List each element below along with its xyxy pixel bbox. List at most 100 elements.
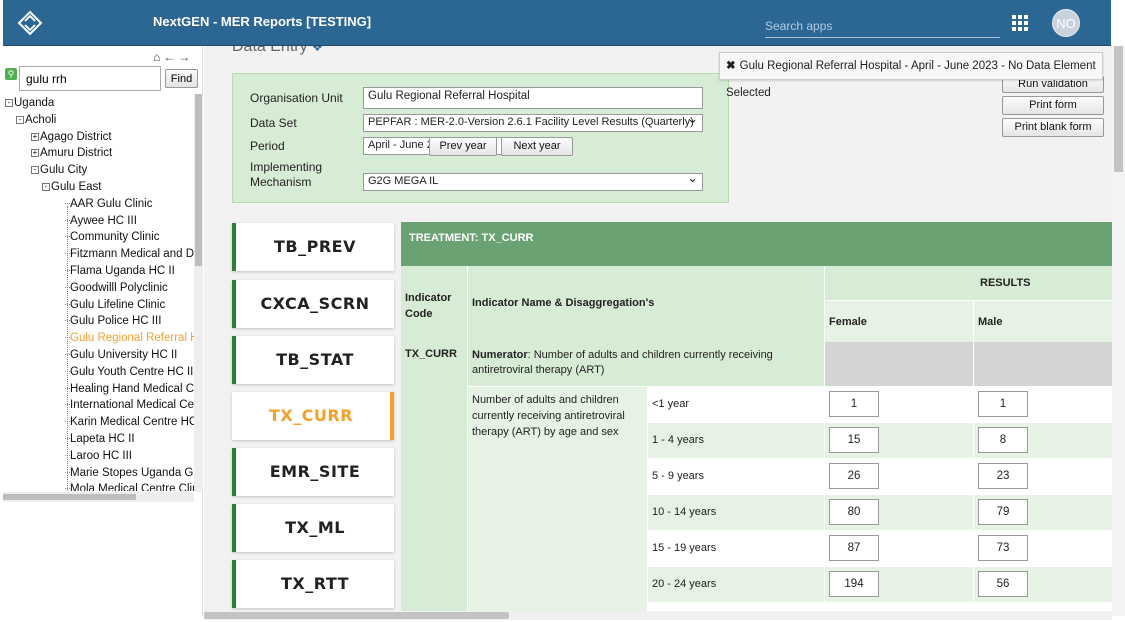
period-label: Period bbox=[250, 139, 285, 153]
back-arrow-icon[interactable]: ← bbox=[163, 50, 178, 64]
tree-item[interactable]: + Agago District bbox=[31, 131, 112, 147]
female-value-input[interactable]: 26 bbox=[829, 463, 879, 489]
tree-item-label: Karin Medical Centre HC II bbox=[70, 416, 195, 429]
collapse-icon[interactable]: - bbox=[5, 99, 13, 107]
age-group-label: 10 - 14 years bbox=[652, 506, 717, 518]
tree-item-label: Fitzmann Medical and Denta bbox=[70, 248, 195, 261]
collapse-icon[interactable]: - bbox=[31, 166, 39, 175]
tree-item-label: Laroo HC III bbox=[70, 449, 132, 462]
tree-item[interactable]: Gulu Youth Centre HC II bbox=[65, 366, 193, 382]
close-icon[interactable]: ✖ bbox=[726, 60, 736, 72]
tree-item[interactable]: Karin Medical Centre HC II bbox=[65, 416, 195, 432]
male-value-cell: 1 bbox=[973, 386, 1112, 422]
female-value-cell: 194 bbox=[824, 566, 973, 602]
tree-vertical-scrollbar[interactable] bbox=[194, 94, 203, 492]
tab-tb-stat[interactable]: TB_STAT bbox=[232, 336, 394, 384]
tree-item[interactable]: Laroo HC III bbox=[65, 450, 132, 466]
indicator-code-header-line2: Code bbox=[405, 308, 433, 320]
print-blank-form-button[interactable]: Print blank form bbox=[1002, 118, 1104, 137]
age-group-cell: 15 - 19 years bbox=[647, 530, 824, 566]
tree-item[interactable]: - Gulu East bbox=[42, 181, 102, 197]
male-header-cell: Male bbox=[973, 300, 1112, 342]
search-apps-input[interactable] bbox=[765, 14, 1000, 38]
tree-item-label: Community Clinic bbox=[70, 231, 160, 244]
tree-item[interactable]: + Amuru District bbox=[31, 147, 112, 163]
male-value-input[interactable]: 79 bbox=[978, 499, 1028, 525]
print-form-button[interactable]: Print form bbox=[1002, 96, 1104, 115]
male-value-input[interactable]: 56 bbox=[978, 571, 1028, 597]
female-value-input[interactable]: 15 bbox=[829, 427, 879, 453]
tab-tx-curr[interactable]: TX_CURR bbox=[232, 392, 394, 440]
male-value-cell: 79 bbox=[973, 494, 1112, 530]
collapse-icon[interactable]: - bbox=[42, 183, 50, 191]
info-icon[interactable]: ❖ bbox=[312, 46, 323, 54]
tree-item[interactable]: Healing Hand Medical Centr bbox=[65, 383, 195, 399]
male-value-cell: 8 bbox=[973, 422, 1112, 458]
tree-horizontal-scrollbar[interactable] bbox=[3, 492, 194, 502]
female-value-input[interactable]: 87 bbox=[829, 535, 879, 561]
age-group-cell: <1 year bbox=[647, 386, 824, 422]
tab-emr-site[interactable]: EMR_SITE bbox=[232, 448, 394, 496]
prev-year-button[interactable]: Prev year bbox=[429, 137, 497, 156]
section-title: TREATMENT: TX_CURR bbox=[401, 222, 1112, 266]
male-value-input[interactable]: 73 bbox=[978, 535, 1028, 561]
tree-item-label: AAR Gulu Clinic bbox=[70, 197, 153, 210]
org-unit-field[interactable]: Gulu Regional Referral Hospital bbox=[363, 87, 703, 109]
dataset-select[interactable]: PEPFAR : MER-2.0-Version 2.6.1 Facility … bbox=[363, 111, 703, 132]
expand-icon[interactable]: + bbox=[31, 132, 39, 141]
user-avatar[interactable]: NO bbox=[1052, 9, 1080, 37]
apps-menu-icon[interactable] bbox=[1012, 15, 1028, 31]
find-button[interactable]: Find bbox=[165, 69, 198, 88]
tree-item[interactable]: Gulu University HC II bbox=[65, 349, 177, 365]
tree-item[interactable]: Lapeta HC II bbox=[65, 433, 135, 449]
female-value-cell: 15 bbox=[824, 422, 973, 458]
tab-tx-ml[interactable]: TX_ML bbox=[232, 504, 394, 552]
tab-tb-prev[interactable]: TB_PREV bbox=[232, 223, 394, 271]
tree-item[interactable]: - Uganda bbox=[5, 97, 54, 113]
tree-item[interactable]: Aywee HC III bbox=[65, 215, 137, 231]
orgunit-search-input[interactable] bbox=[19, 66, 161, 91]
male-value-input[interactable]: 8 bbox=[978, 427, 1028, 453]
tree-item[interactable]: International Medical Centre bbox=[65, 399, 195, 415]
expand-icon[interactable]: + bbox=[31, 149, 39, 158]
collapse-icon[interactable]: - bbox=[16, 115, 24, 124]
tree-item[interactable]: Mola Medical Centre Clinic bbox=[65, 483, 195, 491]
mechanism-label-line2: Mechanism bbox=[250, 175, 312, 189]
tree-item[interactable]: AAR Gulu Clinic bbox=[65, 198, 152, 214]
results-header: RESULTS bbox=[980, 277, 1031, 289]
next-year-button[interactable]: Next year bbox=[501, 137, 573, 156]
tree-item[interactable]: Gulu Regional Referral Ho bbox=[65, 332, 195, 348]
tab-cxca-scrn[interactable]: CXCA_SCRN bbox=[232, 280, 394, 328]
tree-item[interactable]: Gulu Lifeline Clinic bbox=[65, 299, 165, 315]
indicator-name-header: Indicator Name & Disaggregation's bbox=[472, 297, 655, 309]
forward-arrow-icon[interactable]: → bbox=[178, 50, 193, 64]
female-value-cell: 1 bbox=[824, 386, 973, 422]
tree-item[interactable]: Gulu Police HC III bbox=[65, 315, 161, 331]
mechanism-select[interactable]: G2G MEGA IL bbox=[363, 170, 703, 191]
male-value-input[interactable]: 1 bbox=[978, 391, 1028, 417]
dhis2-logo-icon[interactable] bbox=[17, 10, 43, 36]
female-value-input[interactable]: 1 bbox=[829, 391, 879, 417]
male-value-cell: 23 bbox=[973, 458, 1112, 494]
tree-item[interactable]: Fitzmann Medical and Denta bbox=[65, 248, 195, 264]
age-group-cell: 20 - 24 years bbox=[647, 566, 824, 602]
tree-item[interactable]: Flama Uganda HC II bbox=[65, 265, 175, 281]
section-table: TREATMENT: TX_CURR Indicator Code Indica… bbox=[401, 222, 1112, 612]
org-unit-label: Organisation Unit bbox=[250, 91, 343, 105]
age-group-cell: 1 - 4 years bbox=[647, 422, 824, 458]
tree-item[interactable]: Community Clinic bbox=[65, 231, 159, 247]
tree-item[interactable]: Goodwilll Polyclinic bbox=[65, 282, 168, 298]
male-header: Male bbox=[978, 316, 1003, 328]
page-horizontal-scrollbar[interactable] bbox=[204, 611, 1112, 620]
tree-item[interactable]: - Acholi bbox=[16, 114, 56, 130]
male-value-input[interactable]: 23 bbox=[978, 463, 1028, 489]
tree-item[interactable]: - Gulu City bbox=[31, 164, 87, 180]
home-icon[interactable]: ⌂ bbox=[153, 50, 163, 64]
female-header-cell: Female bbox=[824, 300, 973, 342]
tab-tx-rtt[interactable]: TX_RTT bbox=[232, 560, 394, 608]
female-value-input[interactable]: 80 bbox=[829, 499, 879, 525]
age-group-label: 15 - 19 years bbox=[652, 542, 717, 554]
tree-item[interactable]: Marie Stopes Uganda Gulu bbox=[65, 467, 195, 483]
female-value-input[interactable]: 194 bbox=[829, 571, 879, 597]
page-vertical-scrollbar[interactable] bbox=[1112, 46, 1125, 616]
